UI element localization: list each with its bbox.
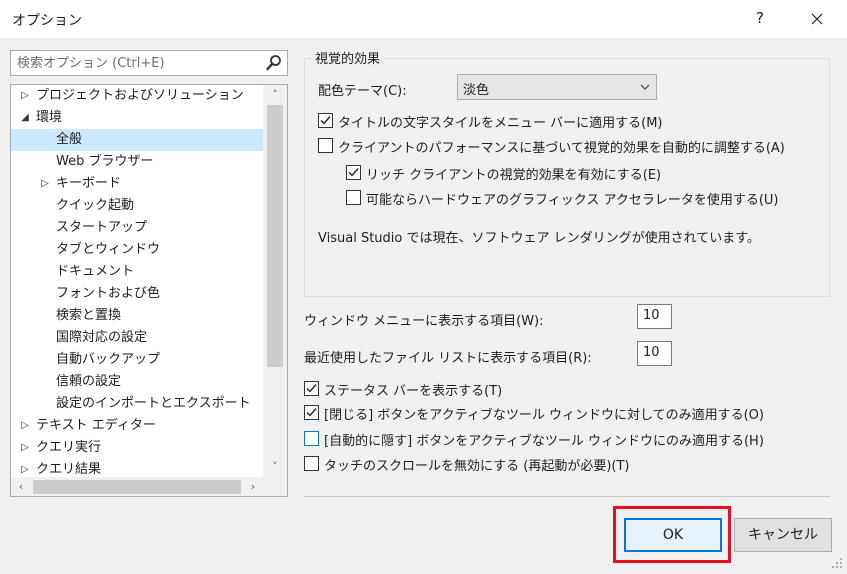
group-title: 視覚的効果 bbox=[312, 48, 384, 67]
tree-collapsed-icon[interactable]: ▷ bbox=[19, 437, 31, 459]
checkbox-box[interactable] bbox=[304, 381, 319, 396]
tree-item[interactable]: ◢ 環境 bbox=[11, 107, 263, 129]
tree-item-label: フォントおよび色 bbox=[56, 286, 161, 301]
checkbox-box[interactable] bbox=[346, 165, 361, 180]
checkbox-label: [自動的に隠す] ボタンをアクティブなツール ウィンドウにのみ適用する(H) bbox=[324, 434, 764, 449]
tree-item[interactable]: スタートアップ bbox=[11, 217, 263, 239]
tree-item[interactable]: ▷ プロジェクトおよびソリューション bbox=[11, 85, 263, 107]
tree-item-label: Web ブラウザー bbox=[56, 154, 154, 169]
checkbox-box[interactable] bbox=[304, 405, 319, 420]
checkbox-box[interactable] bbox=[318, 113, 333, 128]
help-button[interactable]: ? bbox=[750, 9, 770, 29]
close-button[interactable] bbox=[803, 7, 831, 31]
window-menu-label: ウィンドウ メニューに表示する項目(W): bbox=[304, 314, 544, 329]
tree-item[interactable]: ▷ クエリ実行 bbox=[11, 437, 263, 459]
tree-item[interactable]: 全般 bbox=[11, 129, 263, 151]
tree-collapsed-icon[interactable]: ▷ bbox=[39, 173, 51, 195]
tree-item[interactable]: 信頼の設定 bbox=[11, 371, 263, 393]
tree-item-label: 環境 bbox=[36, 110, 63, 125]
search-icon[interactable] bbox=[265, 54, 283, 72]
search-input[interactable] bbox=[11, 51, 257, 75]
tree-item-label: プロジェクトおよびソリューション bbox=[36, 88, 244, 103]
scroll-right-button[interactable]: › bbox=[243, 477, 263, 496]
options-tree[interactable]: ▷ プロジェクトおよびソリューション ◢ 環境全般 Web ブラウザー ▷ キーボードクイッ… bbox=[10, 84, 288, 497]
tree-item-label: スタートアップ bbox=[56, 220, 148, 235]
tree-item-label: クエリ実行 bbox=[36, 440, 102, 455]
tree-item[interactable]: ▷ テキスト エディター bbox=[11, 415, 263, 437]
checkbox-label: リッチ クライアントの視覚的効果を有効にする(E) bbox=[366, 168, 662, 183]
tree-item-label: テキスト エディター bbox=[36, 418, 156, 433]
tree-collapsed-icon[interactable]: ▷ bbox=[19, 415, 31, 437]
theme-value: 淡色 bbox=[463, 83, 490, 98]
scroll-corner bbox=[263, 477, 287, 496]
scroll-left-button[interactable]: ‹ bbox=[11, 477, 31, 496]
checkbox-label: 可能ならハードウェアのグラフィックス アクセラレータを使用する(U) bbox=[366, 193, 779, 208]
scroll-down-button[interactable]: ˅ bbox=[263, 457, 287, 477]
tree-expanded-icon[interactable]: ◢ bbox=[19, 107, 31, 129]
recent-files-input[interactable]: 10 bbox=[637, 341, 672, 366]
checkmark-icon bbox=[306, 408, 317, 417]
tree-collapsed-icon[interactable]: ▷ bbox=[19, 85, 31, 107]
title-bar bbox=[0, 0, 847, 38]
cancel-button[interactable]: キャンセル bbox=[734, 518, 832, 552]
vertical-scrollbar[interactable]: ˄ ˅ bbox=[263, 85, 287, 477]
checkbox-box[interactable] bbox=[304, 431, 319, 446]
recent-files-label: 最近使用したファイル リストに表示する項目(R): bbox=[304, 351, 592, 366]
checkbox-label: タイトルの文字スタイルをメニュー バーに適用する(M) bbox=[338, 116, 663, 131]
tree-item[interactable]: 検索と置換 bbox=[11, 305, 263, 327]
tree-item-label: 国際対応の設定 bbox=[56, 330, 148, 345]
theme-label: 配色テーマ(C): bbox=[318, 84, 407, 99]
close-icon bbox=[811, 13, 823, 25]
checkmark-icon bbox=[306, 384, 317, 393]
tree-item[interactable]: Web ブラウザー bbox=[11, 151, 263, 173]
tree-item[interactable]: 国際対応の設定 bbox=[11, 327, 263, 349]
tree-item-label: タブとウィンドウ bbox=[56, 242, 161, 257]
checkbox-label: タッチのスクロールを無効にする (再起動が必要)(T) bbox=[324, 459, 630, 474]
tree-item-label: 設定のインポートとエクスポート bbox=[56, 396, 251, 411]
tree-item-label: クイック起動 bbox=[56, 198, 135, 213]
checkmark-icon bbox=[348, 168, 359, 177]
horizontal-scrollbar[interactable]: ‹ › bbox=[11, 477, 263, 496]
checkbox-box[interactable] bbox=[304, 456, 319, 471]
tree-item-label: 信頼の設定 bbox=[56, 374, 122, 389]
resize-grip-icon[interactable] bbox=[830, 556, 844, 570]
checkmark-icon bbox=[320, 116, 331, 125]
window-title: オプション bbox=[12, 13, 82, 29]
divider bbox=[304, 496, 830, 497]
tree-item[interactable]: フォントおよび色 bbox=[11, 283, 263, 305]
checkbox-box[interactable] bbox=[346, 190, 361, 205]
horizontal-scroll-thumb[interactable] bbox=[33, 480, 241, 494]
tree-item[interactable]: 自動バックアップ bbox=[11, 349, 263, 371]
rendering-info-text: Visual Studio では現在、ソフトウェア レンダリングが使用されていま… bbox=[318, 231, 760, 246]
tree-item[interactable]: 設定のインポートとエクスポート bbox=[11, 393, 263, 415]
search-box bbox=[10, 50, 288, 76]
chevron-down-icon bbox=[640, 84, 650, 90]
checkbox-box[interactable] bbox=[318, 138, 333, 153]
tree-item[interactable]: タブとウィンドウ bbox=[11, 239, 263, 261]
tree-item[interactable]: クイック起動 bbox=[11, 195, 263, 217]
checkbox-label: ステータス バーを表示する(T) bbox=[324, 384, 503, 399]
tree-item[interactable]: ドキュメント bbox=[11, 261, 263, 283]
tree-item-label: 全般 bbox=[56, 132, 83, 147]
ok-button[interactable]: OK bbox=[624, 518, 722, 552]
scroll-up-button[interactable]: ˄ bbox=[263, 85, 287, 105]
checkbox-label: [閉じる] ボタンをアクティブなツール ウィンドウに対してのみ適用する(O) bbox=[324, 408, 764, 423]
theme-select[interactable]: 淡色 bbox=[457, 74, 657, 100]
vertical-scroll-thumb[interactable] bbox=[267, 105, 283, 367]
tree-item-label: 自動バックアップ bbox=[56, 352, 161, 367]
tree-item-label: ドキュメント bbox=[56, 264, 135, 279]
tree-item[interactable]: ▷ キーボード bbox=[11, 173, 263, 195]
tree-item-label: 検索と置換 bbox=[56, 308, 122, 323]
window-menu-input[interactable]: 10 bbox=[637, 304, 672, 329]
checkbox-label: クライアントのパフォーマンスに基づいて視覚的効果を自動的に調整する(A) bbox=[338, 141, 785, 156]
tree-item-label: キーボード bbox=[56, 176, 122, 191]
